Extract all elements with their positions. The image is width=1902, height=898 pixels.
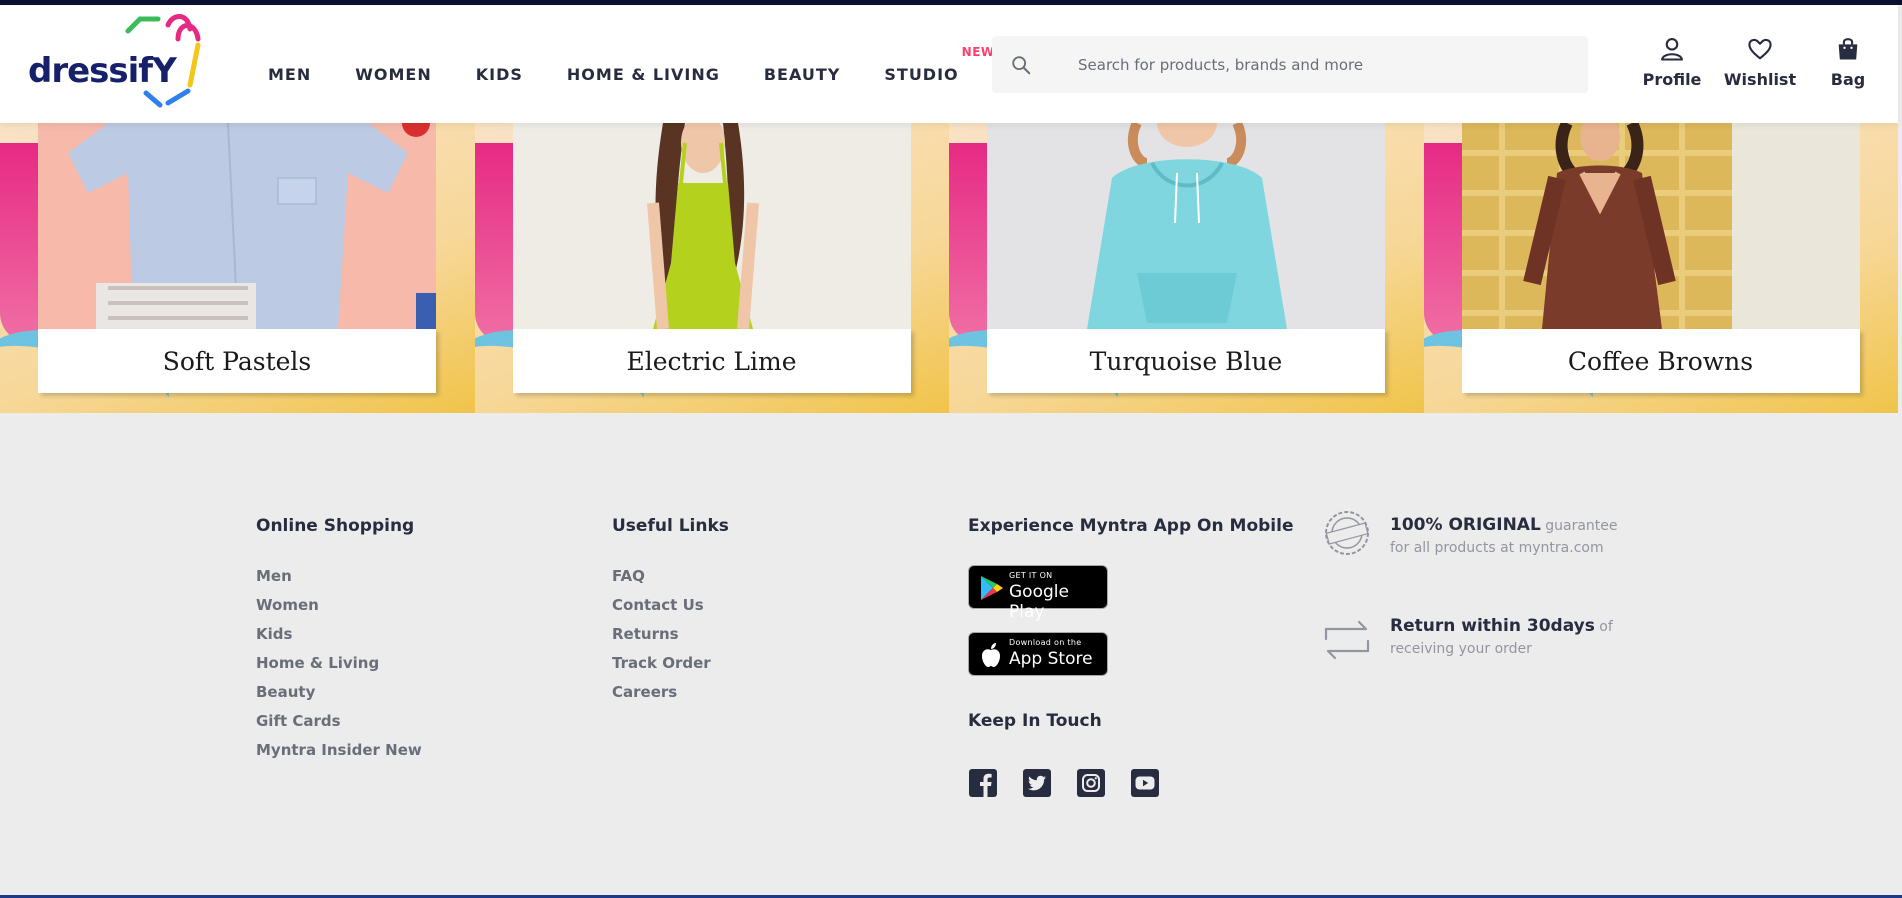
product-image-kurta — [1461, 123, 1860, 329]
nav-studio-label: STUDIO — [884, 65, 959, 84]
instagram-icon[interactable] — [1076, 768, 1106, 798]
google-play-small: GET IT ON — [1009, 571, 1053, 580]
nav-beauty[interactable]: BEAUTY — [764, 65, 841, 84]
nav-men[interactable]: MEN — [268, 65, 311, 84]
main-nav: MEN WOMEN KIDS HOME & LIVING BEAUTY STUD… — [268, 45, 1003, 84]
header-actions: Profile Wishlist Bag — [1630, 35, 1894, 89]
search-bar[interactable] — [992, 36, 1588, 93]
google-play-big: Google Play — [1009, 582, 1069, 622]
search-icon[interactable] — [1010, 54, 1032, 76]
tile-caption: Turquoise Blue — [987, 329, 1385, 393]
profile-button[interactable]: Profile — [1630, 35, 1714, 89]
heart-icon — [1748, 38, 1772, 60]
tile-caption: Coffee Browns — [1461, 329, 1860, 393]
nav-kids[interactable]: KIDS — [476, 65, 523, 84]
bag-icon — [1838, 38, 1858, 60]
footer-link-track-order[interactable]: Track Order — [612, 654, 711, 683]
google-play-icon — [981, 576, 1003, 600]
footer-link-gift-cards[interactable]: Gift Cards — [256, 712, 422, 741]
product-image-dress — [512, 123, 911, 329]
user-icon — [1661, 38, 1683, 61]
return-30-icon — [1324, 620, 1370, 660]
app-store-big: App Store — [1009, 649, 1093, 669]
profile-label: Profile — [1642, 70, 1702, 89]
search-input[interactable] — [1078, 36, 1568, 93]
wishlist-button[interactable]: Wishlist — [1718, 35, 1802, 89]
product-image-hoodie — [987, 123, 1385, 329]
google-play-badge[interactable]: GET IT ON Google Play — [968, 565, 1108, 622]
app-store-small: Download on the — [1009, 638, 1082, 647]
bag-label: Bag — [1830, 70, 1866, 89]
footer-link-careers[interactable]: Careers — [612, 683, 711, 712]
twitter-icon[interactable] — [1022, 768, 1052, 798]
app-store-badge[interactable]: Download on the App Store — [968, 632, 1108, 676]
new-badge: NEW — [961, 45, 995, 59]
original-seal-icon — [1325, 511, 1369, 555]
footer-link-men[interactable]: Men — [256, 567, 422, 596]
promo-original: 100% ORIGINAL guarantee for all products… — [1390, 514, 1640, 559]
banner-tile-soft-pastels[interactable]: Soft Pastels — [0, 123, 475, 413]
apple-icon — [982, 643, 1000, 667]
youtube-icon[interactable] — [1130, 768, 1160, 798]
brand-logo[interactable]: dressifY — [28, 11, 208, 113]
online-shopping-title: Online Shopping — [256, 516, 415, 536]
keep-in-touch-title: Keep In Touch — [968, 711, 1102, 731]
bag-button[interactable]: Bag — [1806, 35, 1890, 89]
tile-caption: Electric Lime — [512, 329, 911, 393]
footer-link-returns[interactable]: Returns — [612, 625, 711, 654]
color-trend-banner: Soft Pastels Electric Lime Turquoise Blu… — [0, 123, 1898, 413]
promo-return: Return within 30days of receiving your o… — [1390, 615, 1640, 660]
facebook-icon[interactable] — [968, 768, 998, 798]
footer-link-kids[interactable]: Kids — [256, 625, 422, 654]
site-footer: Online Shopping Men Women Kids Home & Li… — [0, 425, 1902, 898]
footer-link-myntra-insider[interactable]: Myntra Insider New — [256, 741, 422, 770]
promo-original-bold: 100% ORIGINAL — [1390, 515, 1541, 535]
useful-links-title: Useful Links — [612, 516, 729, 536]
footer-link-beauty[interactable]: Beauty — [256, 683, 422, 712]
wishlist-label: Wishlist — [1723, 70, 1797, 89]
page-edge — [1898, 5, 1902, 895]
nav-home-living[interactable]: HOME & LIVING — [567, 65, 720, 84]
footer-link-contact-us[interactable]: Contact Us — [612, 596, 711, 625]
site-header: dressifY MEN WOMEN KIDS HOME & LIVING BE… — [0, 5, 1898, 123]
logo-text: dressifY — [28, 51, 177, 91]
online-shopping-links: Men Women Kids Home & Living Beauty Gift… — [256, 567, 422, 770]
footer-link-home-living[interactable]: Home & Living — [256, 654, 422, 683]
useful-links: FAQ Contact Us Returns Track Order Caree… — [612, 567, 711, 712]
app-title: Experience Myntra App On Mobile — [968, 516, 1294, 536]
promo-return-bold: Return within 30days — [1390, 616, 1595, 636]
nav-women[interactable]: WOMEN — [355, 65, 432, 84]
banner-tile-electric-lime[interactable]: Electric Lime — [474, 123, 949, 413]
banner-tile-coffee-browns[interactable]: Coffee Browns — [1423, 123, 1898, 413]
tile-caption: Soft Pastels — [38, 329, 436, 393]
banner-tile-turquoise-blue[interactable]: Turquoise Blue — [949, 123, 1424, 413]
footer-link-faq[interactable]: FAQ — [612, 567, 711, 596]
footer-link-women[interactable]: Women — [256, 596, 422, 625]
nav-studio[interactable]: STUDIO NEW — [884, 45, 994, 84]
product-image-shirt — [38, 123, 436, 329]
